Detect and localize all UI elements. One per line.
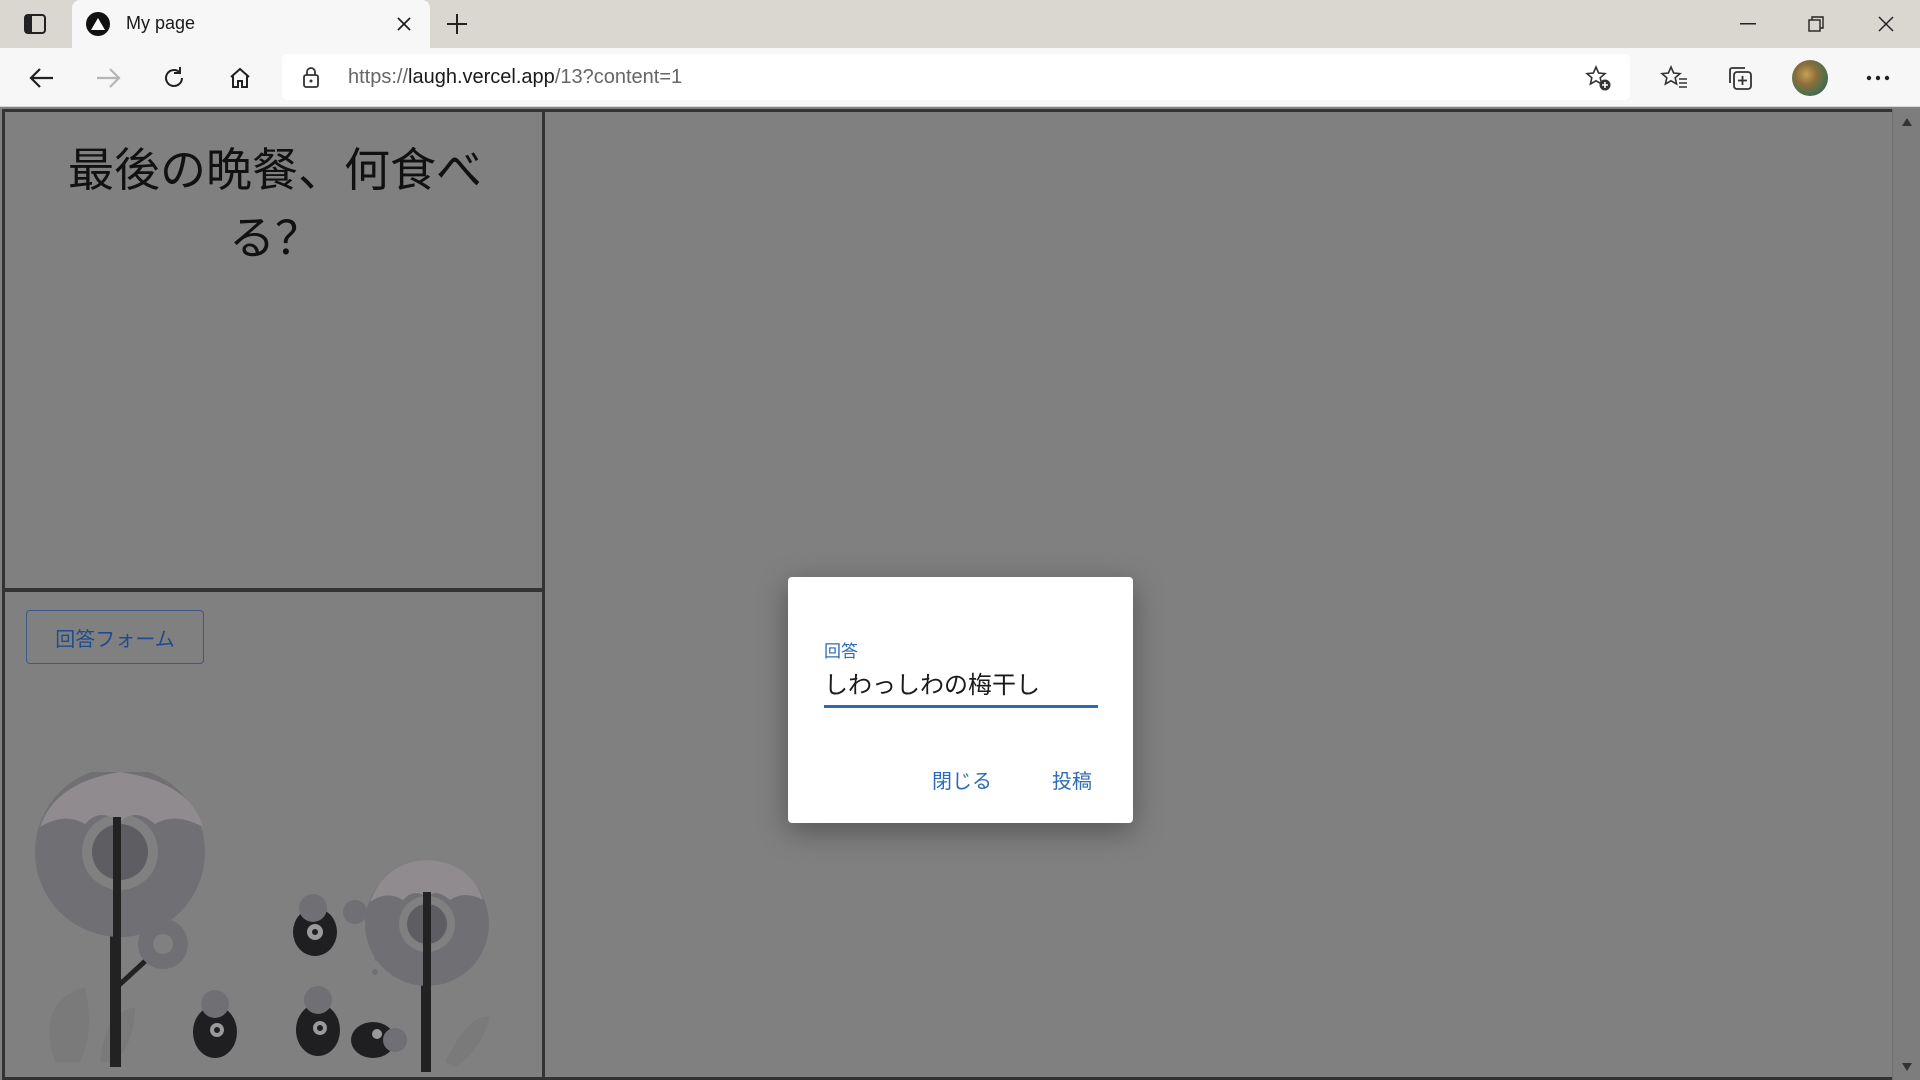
post-button[interactable]: 投稿 [1052, 765, 1092, 794]
tab-actions-icon[interactable] [18, 10, 52, 38]
plus-icon[interactable] [440, 8, 474, 40]
answer-field-label: 回答 [824, 642, 858, 662]
active-tab[interactable]: My page [72, 0, 430, 48]
answer-input-underline [824, 705, 1098, 708]
back-arrow-icon[interactable] [24, 60, 60, 96]
more-icon[interactable] [1860, 60, 1896, 96]
minimize-icon[interactable] [1722, 6, 1774, 42]
tab-bar: My page [0, 0, 1920, 48]
avatar[interactable] [1792, 60, 1828, 96]
question-title: 最後の晩餐、何食べる？ [68, 143, 482, 265]
monster-donut-illustration [35, 772, 490, 1072]
answer-dialog: 回答 閉じる 投稿 [788, 577, 1133, 823]
close-icon[interactable] [392, 12, 416, 36]
main-panel [545, 109, 1895, 1080]
scroll-up-icon[interactable] [1901, 117, 1913, 127]
answer-input[interactable] [824, 663, 1098, 701]
address-bar[interactable]: https://laugh.vercel.app/13?content=1 [282, 54, 1630, 100]
favorites-icon[interactable] [1656, 60, 1692, 96]
browser-toolbar: https://laugh.vercel.app/13?content=1 [0, 48, 1920, 107]
question-panel: 最後の晩餐、何食べる？ [2, 109, 545, 591]
lock-icon[interactable] [302, 66, 320, 92]
refresh-icon[interactable] [156, 60, 192, 96]
close-button[interactable]: 閉じる [932, 765, 992, 794]
answer-form-button[interactable]: 回答フォーム [26, 610, 204, 664]
url-text: https://laugh.vercel.app/13?content=1 [348, 66, 683, 88]
page-content: 最後の晩餐、何食べる？ 回答フォーム 回答 しわっしわの梅干し 閉じる 投稿 [0, 107, 1920, 1080]
tab-title: My page [126, 13, 196, 33]
collections-icon[interactable] [1722, 60, 1758, 96]
vercel-triangle-icon [86, 12, 110, 36]
star-add-icon[interactable] [1584, 64, 1612, 92]
window-close-icon[interactable] [1860, 6, 1912, 42]
answer-panel: 回答フォーム [2, 589, 545, 1080]
scroll-down-icon[interactable] [1901, 1062, 1913, 1072]
restore-icon[interactable] [1790, 6, 1842, 42]
home-icon[interactable] [222, 60, 258, 96]
scrollbar[interactable] [1892, 109, 1920, 1080]
forward-arrow-icon[interactable] [90, 60, 126, 96]
